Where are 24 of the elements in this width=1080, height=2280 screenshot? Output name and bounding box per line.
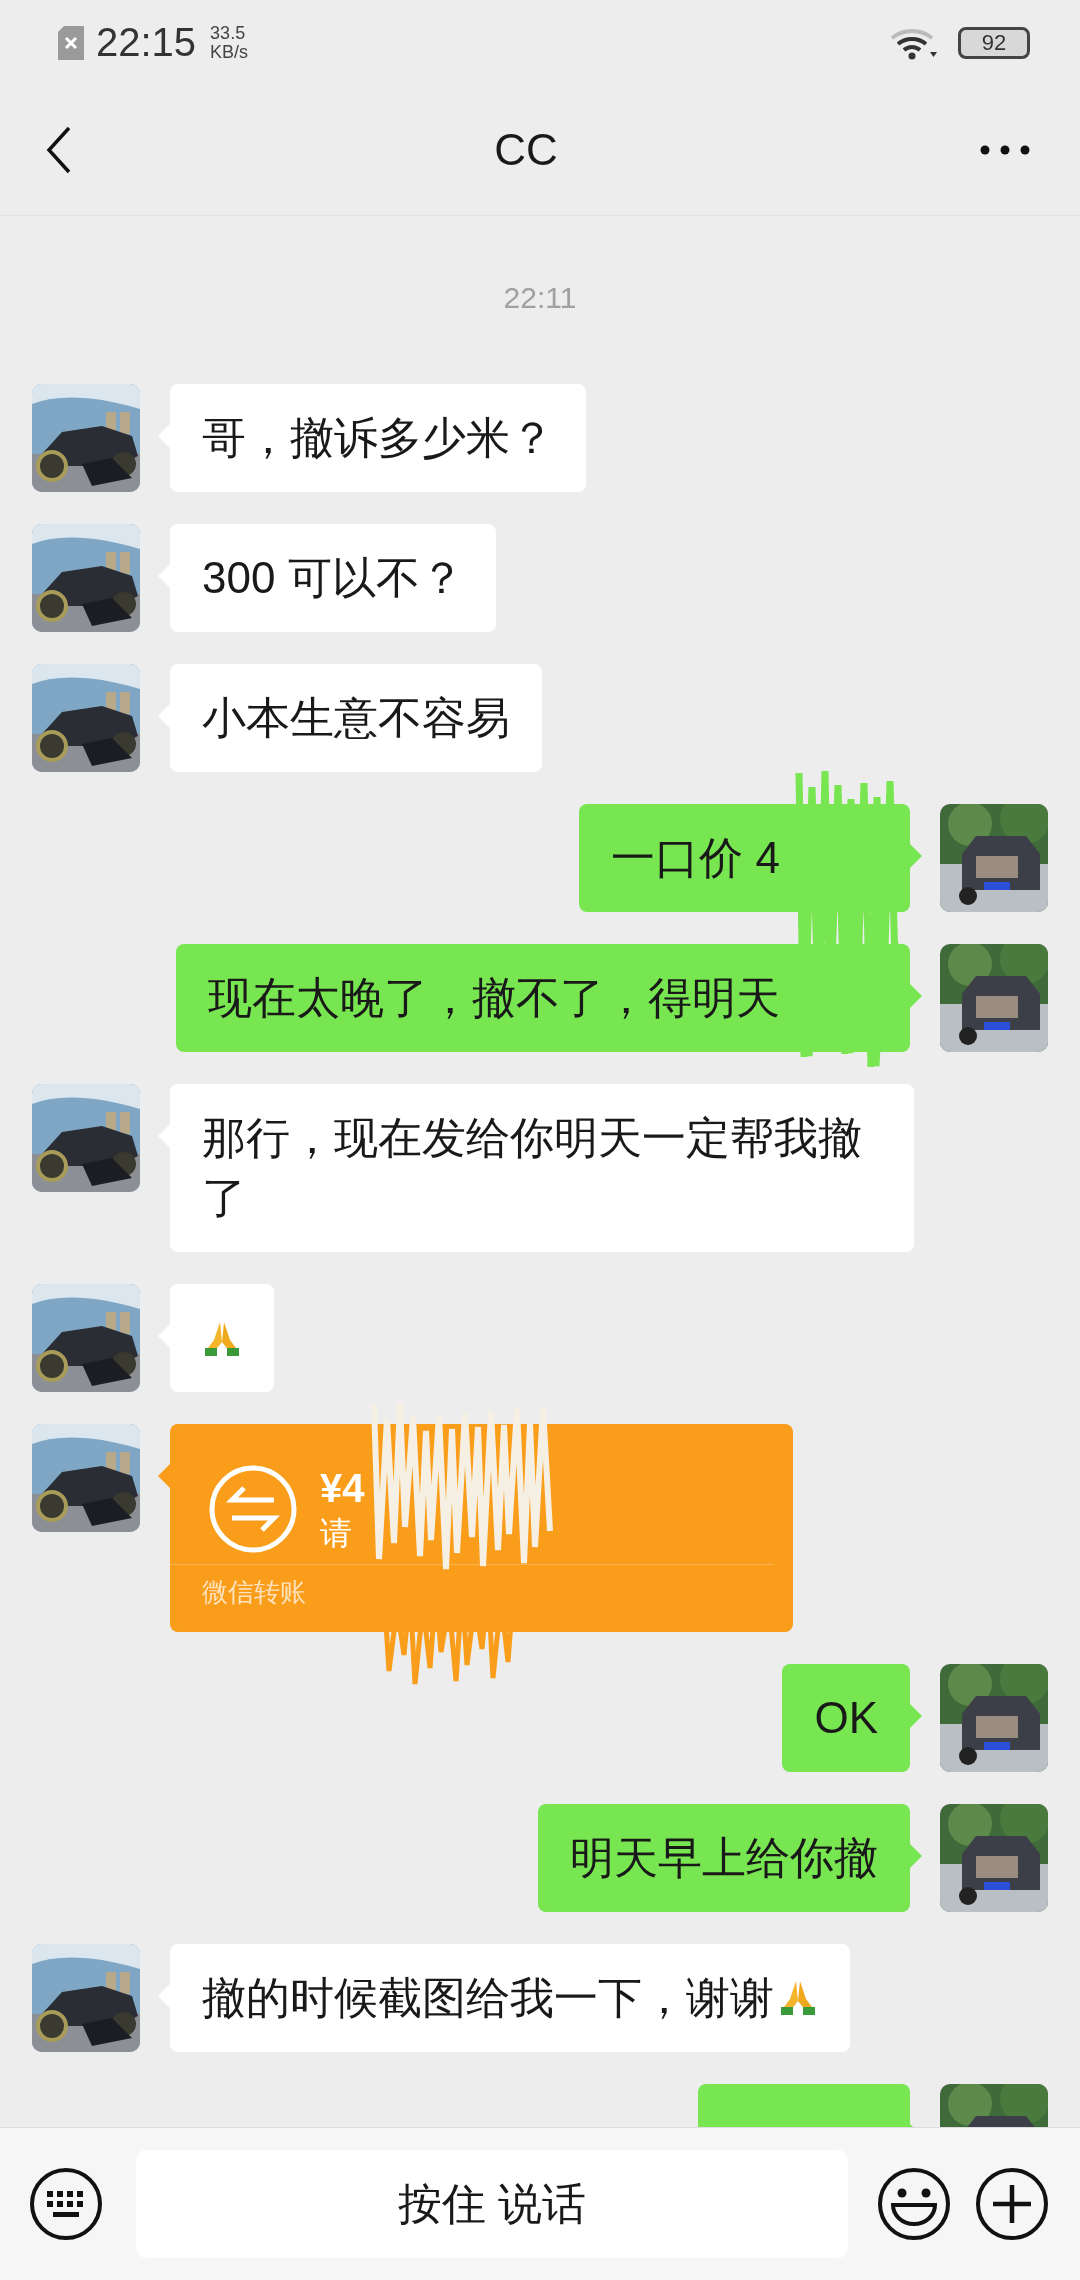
network-speed: 33.5 [210,23,247,43]
chat-title: CC [494,125,558,175]
message-bubble[interactable]: 明天早上给你撤 [538,1804,910,1912]
message-bubble[interactable]: 那行，现在发给你明天一定帮我撤了 [170,1084,914,1252]
message-bubble[interactable]: 哥，撤诉多少米？ [170,384,586,492]
transfer-amount: ¥4 [320,1465,365,1512]
transfer-note: 请 [320,1514,353,1553]
transfer-icon [208,1464,298,1554]
message-bubble[interactable]: 小本生意不容易 [170,664,542,772]
emoji-icon[interactable] [876,2166,952,2242]
plus-icon[interactable] [974,2166,1050,2242]
message-bubble[interactable]: 撤的时候截图给我一下，谢谢 [170,1944,850,2052]
keyboard-icon[interactable] [28,2166,104,2242]
sim-card-icon [58,25,84,60]
hold-to-talk-button[interactable]: 按住 说话 [136,2150,848,2258]
back-icon[interactable] [46,126,72,174]
message-bubble[interactable]: OK [782,1664,910,1772]
message-timestamp: 22:11 [502,280,578,316]
speed-unit: KB/s [210,42,249,62]
status-time: 22:15 [96,20,197,65]
more-icon[interactable] [980,144,1030,156]
battery-icon: 92 [958,26,1030,59]
message-bubble[interactable]: 300 可以不？ [170,524,496,632]
transfer-label: 微信转账 [201,1576,307,1609]
